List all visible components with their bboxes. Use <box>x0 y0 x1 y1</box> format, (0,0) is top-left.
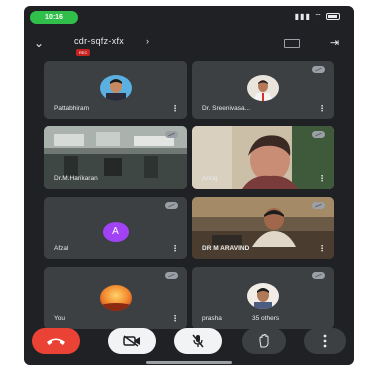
avatar <box>247 283 279 309</box>
mic-off-icon <box>312 66 325 73</box>
camera-off-icon <box>123 335 140 347</box>
status-icons: ▮▮▮ ⌔ <box>295 12 340 22</box>
status-bar: 10:16 ▮▮▮ ⌔ <box>24 6 354 28</box>
participant-name: DR M ARAVIND <box>202 245 250 252</box>
meet-screen: 10:16 ▮▮▮ ⌔ ⌄ cdr-sqfz-xfx › REC ⇥ Patta… <box>24 6 354 365</box>
avatar <box>99 285 132 311</box>
end-call-icon <box>47 338 65 345</box>
wifi-icon: ⌔ <box>314 12 323 21</box>
signal-icon: ▮▮▮ <box>294 12 311 21</box>
end-call-button[interactable] <box>32 328 80 354</box>
participant-tile-others[interactable]: prasha 35 others <box>192 267 334 329</box>
more-options-icon[interactable]: ⋮ <box>318 245 326 253</box>
mic-off-icon <box>312 272 325 279</box>
participant-name: You <box>54 315 65 322</box>
mic-off-icon <box>192 334 204 348</box>
more-options-icon[interactable]: ⋮ <box>318 105 326 113</box>
recording-badge: REC <box>76 49 91 56</box>
raise-hand-icon <box>259 334 269 348</box>
mic-toggle-button[interactable] <box>174 328 222 354</box>
meeting-header: ⌄ cdr-sqfz-xfx › REC ⇥ <box>24 34 354 60</box>
participant-name: prasha <box>202 315 222 322</box>
raise-hand-button[interactable] <box>242 328 286 354</box>
more-options-icon[interactable]: ⋮ <box>171 315 179 323</box>
mic-off-icon <box>312 202 325 209</box>
meeting-details-arrow[interactable]: › <box>146 36 149 46</box>
chevron-down-icon[interactable]: ⌄ <box>34 36 44 50</box>
others-count: 35 others <box>252 315 280 322</box>
more-options-button[interactable] <box>304 328 346 354</box>
mic-off-icon <box>312 131 325 138</box>
participant-tile[interactable]: Anraj ⋮ <box>192 126 334 189</box>
participant-tile[interactable]: Dr.M.Harikaran <box>44 126 187 189</box>
mic-off-icon <box>165 202 178 209</box>
avatar <box>247 75 279 101</box>
participant-tile[interactable]: DR M ARAVIND ⋮ <box>192 197 334 259</box>
home-indicator[interactable] <box>146 361 232 364</box>
participant-name: Anraj <box>202 175 218 182</box>
mic-off-icon <box>165 272 178 279</box>
more-options-icon[interactable]: ⋮ <box>318 175 326 183</box>
exit-icon[interactable]: ⇥ <box>330 36 339 49</box>
camera-toggle-button[interactable] <box>108 328 156 354</box>
participant-tile[interactable]: Dr. Sreenivasa... ⋮ <box>192 61 334 119</box>
participant-name: Pattabhiram <box>54 105 90 112</box>
cast-icon[interactable] <box>284 39 300 48</box>
ongoing-call-pill[interactable]: 10:16 <box>30 11 78 24</box>
meeting-code[interactable]: cdr-sqfz-xfx <box>74 36 124 46</box>
avatar-letter: A <box>102 222 129 242</box>
battery-icon <box>326 13 340 21</box>
participant-tile-self[interactable]: You ⋮ <box>44 267 187 329</box>
more-icon <box>323 334 327 348</box>
participant-tile[interactable]: A Afzal ⋮ <box>44 197 187 259</box>
mic-off-icon <box>165 131 178 138</box>
participant-tile[interactable]: Pattabhiram ⋮ <box>44 61 187 119</box>
participant-name: Afzal <box>54 245 69 252</box>
participant-name: Dr. Sreenivasa... <box>202 105 251 112</box>
call-controls <box>24 328 354 358</box>
participant-name: Dr.M.Harikaran <box>54 175 98 182</box>
more-options-icon[interactable]: ⋮ <box>171 245 179 253</box>
more-options-icon[interactable]: ⋮ <box>171 105 179 113</box>
avatar <box>99 75 132 101</box>
